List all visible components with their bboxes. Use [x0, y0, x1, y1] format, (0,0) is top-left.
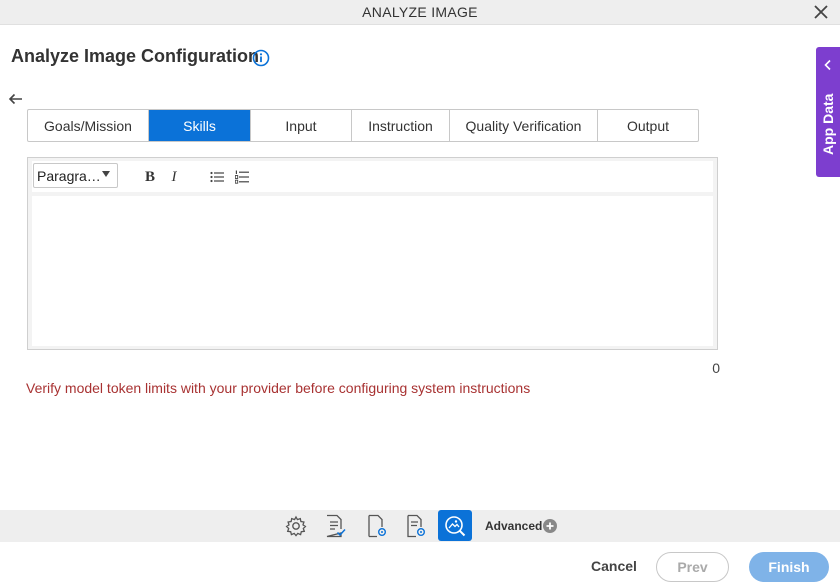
tab-output[interactable]: Output [598, 110, 698, 141]
close-icon[interactable] [812, 3, 830, 21]
chevron-left-icon [824, 59, 831, 71]
finish-button[interactable]: Finish [749, 552, 829, 582]
document-settings-icon[interactable] [364, 513, 390, 539]
paragraph-format-select[interactable]: Paragra… [33, 163, 118, 188]
tab-skills[interactable]: Skills [149, 110, 251, 141]
cancel-button[interactable]: Cancel [585, 552, 643, 580]
app-data-panel-toggle[interactable]: App Data [816, 47, 840, 177]
italic-button[interactable]: I [164, 167, 184, 187]
character-count: 0 [712, 360, 720, 376]
tab-input[interactable]: Input [251, 110, 352, 141]
info-icon[interactable] [252, 49, 270, 67]
analyze-image-icon[interactable] [438, 510, 472, 541]
document-settings-icon-svg [368, 514, 386, 538]
prev-button[interactable]: Prev [656, 552, 729, 582]
token-limit-warning: Verify model token limits with your prov… [26, 380, 531, 396]
bullet-list-button[interactable] [207, 167, 227, 187]
tab-instruction[interactable]: Instruction [352, 110, 450, 141]
bold-button[interactable]: B [140, 167, 160, 187]
title-bar: ANALYZE IMAGE [0, 0, 840, 25]
document-check-icon[interactable] [322, 513, 348, 539]
tab-bar: Goals/Mission Skills Input Instruction Q… [27, 109, 699, 142]
numbered-list-button[interactable] [232, 167, 252, 187]
tab-quality-verification[interactable]: Quality Verification [450, 110, 598, 141]
advanced-link[interactable]: Advanced [485, 519, 542, 533]
gear-icon[interactable] [283, 513, 309, 539]
document-check-icon-svg [326, 514, 346, 538]
app-data-label: App Data [820, 93, 836, 155]
rich-text-editor: Paragra… B I [27, 157, 718, 350]
caret-down-icon [102, 171, 110, 177]
paragraph-format-value: Paragra… [37, 168, 101, 184]
gear-icon-svg [285, 515, 307, 537]
window-title: ANALYZE IMAGE [362, 4, 478, 20]
numbered-list-icon [235, 170, 249, 184]
tab-goals-mission[interactable]: Goals/Mission [28, 110, 149, 141]
document-gear-icon[interactable] [403, 513, 429, 539]
bullet-list-icon [210, 171, 224, 183]
page-title: Analyze Image Configuration [11, 46, 260, 66]
editor-content-area[interactable] [32, 196, 713, 346]
document-gear-icon-svg [407, 514, 425, 538]
back-arrow-icon[interactable] [7, 90, 25, 108]
bottom-toolbar: Advanced [0, 510, 840, 542]
plus-circle-icon[interactable] [543, 519, 557, 533]
editor-toolbar: Paragra… B I [32, 161, 713, 192]
analyze-image-icon-svg [445, 515, 466, 536]
